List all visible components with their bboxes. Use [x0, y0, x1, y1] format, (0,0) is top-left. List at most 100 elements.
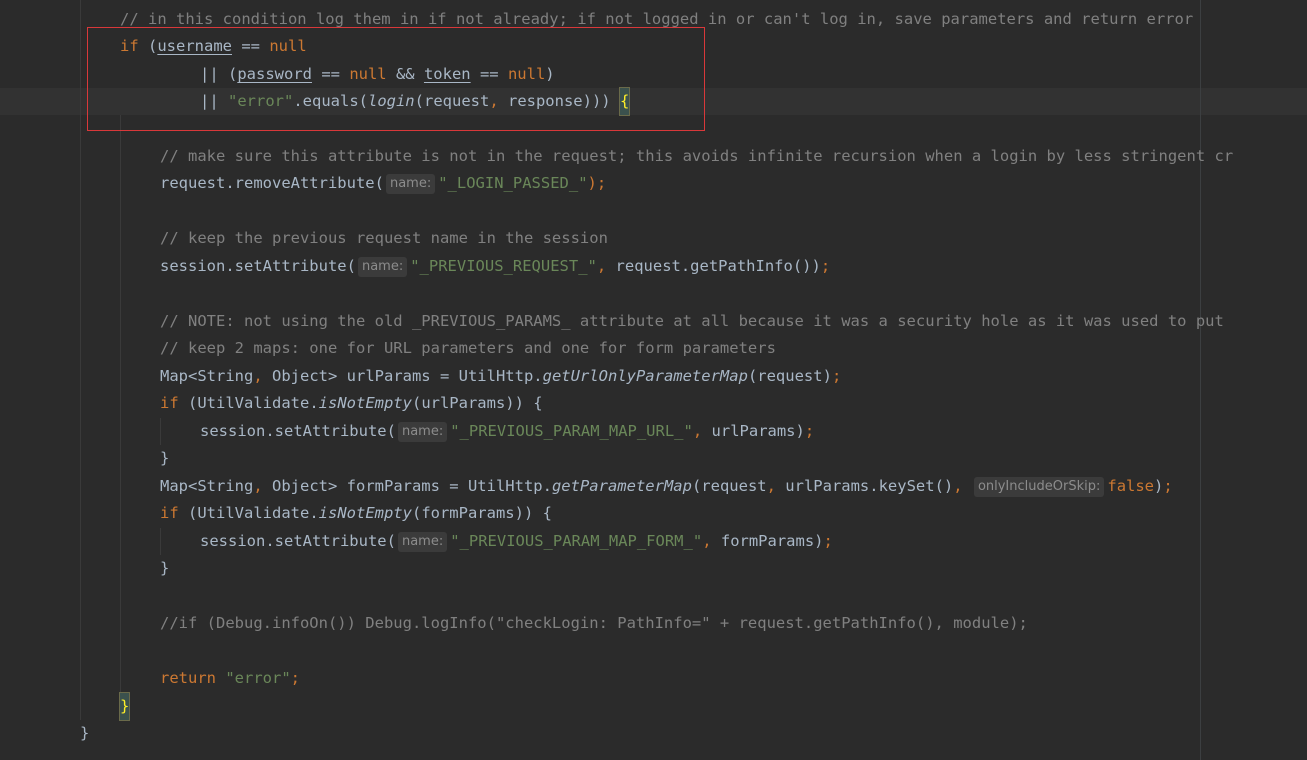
code-token: } — [160, 559, 170, 577]
code-token: request.removeAttribute( — [160, 174, 384, 192]
code-line[interactable]: // make sure this attribute is not in th… — [160, 143, 1233, 170]
code-line[interactable]: Map<String, Object> formParams = UtilHtt… — [160, 473, 1173, 500]
code-token: "error" — [228, 92, 294, 110]
code-token: ) — [545, 65, 555, 83]
code-token: Map<String — [160, 367, 254, 385]
code-token: } — [160, 449, 170, 467]
code-token: formParams) — [720, 532, 824, 550]
parameter-name-hint: name: — [385, 173, 436, 194]
parameter-name-hint: name: — [397, 421, 448, 442]
code-token: ; — [804, 422, 815, 440]
code-token: return — [160, 669, 226, 687]
code-token: ; — [831, 367, 842, 385]
code-token: ( — [148, 37, 158, 55]
code-line[interactable]: // keep 2 maps: one for URL parameters a… — [160, 335, 776, 362]
code-token: , — [596, 257, 616, 275]
code-token: == — [311, 65, 350, 83]
code-token: token — [423, 65, 471, 83]
code-line[interactable]: request.removeAttribute(name: "_LOGIN_PAS… — [160, 170, 606, 197]
code-line[interactable]: //if (Debug.infoOn()) Debug.logInfo("che… — [160, 610, 1028, 637]
code-token: { — [618, 87, 631, 116]
code-token: isNotEmpty — [318, 394, 412, 412]
code-token: isNotEmpty — [318, 504, 412, 522]
code-token: false — [1107, 477, 1155, 495]
code-line[interactable]: if (UtilValidate. isNotEmpty (formParams))… — [160, 500, 552, 527]
code-token: ); — [587, 174, 607, 192]
current-line-highlight — [0, 88, 1307, 115]
code-token: getUrlOnlyParameterMap — [542, 367, 748, 385]
code-token: , — [953, 477, 972, 495]
parameter-name-hint: name: — [357, 256, 408, 277]
code-line[interactable]: session.setAttribute(name: "_PREVIOUS_REQ… — [160, 253, 830, 280]
code-token: && — [386, 65, 424, 83]
code-line[interactable]: session.setAttribute(name: "_PREVIOUS_PAR… — [200, 418, 814, 445]
code-token: getParameterMap — [551, 477, 692, 495]
code-token: Object> formParams = UtilHttp. — [272, 477, 552, 495]
code-token: (request — [691, 477, 767, 495]
code-token: , — [253, 367, 272, 385]
code-line[interactable]: } — [160, 445, 169, 472]
code-token: (UtilValidate. — [188, 394, 319, 412]
code-token: "_LOGIN_PASSED_" — [438, 174, 588, 192]
code-token: (formParams)) { — [411, 504, 552, 522]
code-token: .equals( — [293, 92, 368, 110]
code-line[interactable]: if (username == null — [120, 33, 307, 60]
code-token: // make sure this attribute is not in th… — [160, 147, 1234, 165]
code-token: ; — [820, 257, 831, 275]
code-token: , — [692, 422, 712, 440]
code-line[interactable]: } — [118, 692, 131, 721]
code-token: login — [367, 92, 415, 110]
code-token: // NOTE: not using the old _PREVIOUS_PAR… — [160, 312, 1224, 330]
code-token: session.setAttribute( — [200, 422, 396, 440]
code-token: if — [160, 504, 188, 522]
code-line[interactable]: if (UtilValidate. isNotEmpty (urlParams)) … — [160, 390, 543, 417]
code-token: , — [702, 532, 721, 550]
code-editor[interactable]: // in this condition log them in if not … — [0, 0, 1307, 760]
code-line[interactable]: return "error"; — [160, 665, 300, 692]
code-token: null — [269, 37, 307, 55]
indent-guide — [160, 528, 161, 555]
code-token: request.getPathInfo()) — [615, 257, 821, 275]
code-token: Object> urlParams = UtilHttp. — [272, 367, 543, 385]
code-line[interactable]: // NOTE: not using the old _PREVIOUS_PAR… — [160, 308, 1224, 335]
code-token: session.setAttribute( — [160, 257, 356, 275]
code-line[interactable]: } — [80, 720, 89, 747]
code-line[interactable]: Map<String, Object> urlParams = UtilHttp… — [160, 363, 841, 390]
code-line[interactable]: || "error" .equals(login (request, respons… — [200, 87, 631, 116]
code-token: Map<String — [160, 477, 254, 495]
code-token: ; — [823, 532, 833, 550]
code-token: , — [766, 477, 786, 495]
code-token: // keep 2 maps: one for URL parameters a… — [160, 339, 776, 357]
indent-guide — [80, 0, 81, 720]
code-token: (UtilValidate. — [188, 504, 319, 522]
code-token: || ( — [200, 65, 238, 83]
parameter-name-hint: onlyIncludeOrSkip: — [973, 476, 1105, 497]
indent-guide — [160, 418, 161, 445]
code-token: , — [253, 477, 272, 495]
right-margin-guide — [1200, 0, 1201, 760]
code-token: urlParams.keySet() — [785, 477, 954, 495]
code-token: // keep the previous request name in the… — [160, 229, 608, 247]
code-token: "_PREVIOUS_PARAM_MAP_FORM_" — [450, 532, 703, 550]
code-token: response))) — [507, 92, 620, 110]
code-line[interactable]: || (password == null && token == null) — [200, 61, 555, 88]
code-token: (urlParams)) { — [411, 394, 543, 412]
code-token: == — [470, 65, 508, 83]
code-token: || — [200, 92, 228, 110]
code-token: session.setAttribute( — [200, 532, 396, 550]
code-token: , — [489, 92, 508, 110]
code-token: // in this condition log them in if not … — [120, 10, 1194, 28]
code-token: ; — [290, 669, 300, 687]
code-line[interactable]: session.setAttribute(name: "_PREVIOUS_PAR… — [200, 528, 833, 555]
code-token: == — [232, 37, 270, 55]
code-token: if — [160, 394, 188, 412]
code-line[interactable]: // in this condition log them in if not … — [120, 6, 1193, 33]
code-line[interactable]: // keep the previous request name in the… — [160, 225, 608, 252]
code-token: (request — [414, 92, 490, 110]
code-token: password — [237, 65, 312, 83]
code-token: } — [80, 724, 90, 742]
indent-guide — [120, 115, 121, 693]
parameter-name-hint: name: — [397, 531, 448, 552]
code-line[interactable]: } — [160, 555, 169, 582]
code-token: null — [349, 65, 387, 83]
